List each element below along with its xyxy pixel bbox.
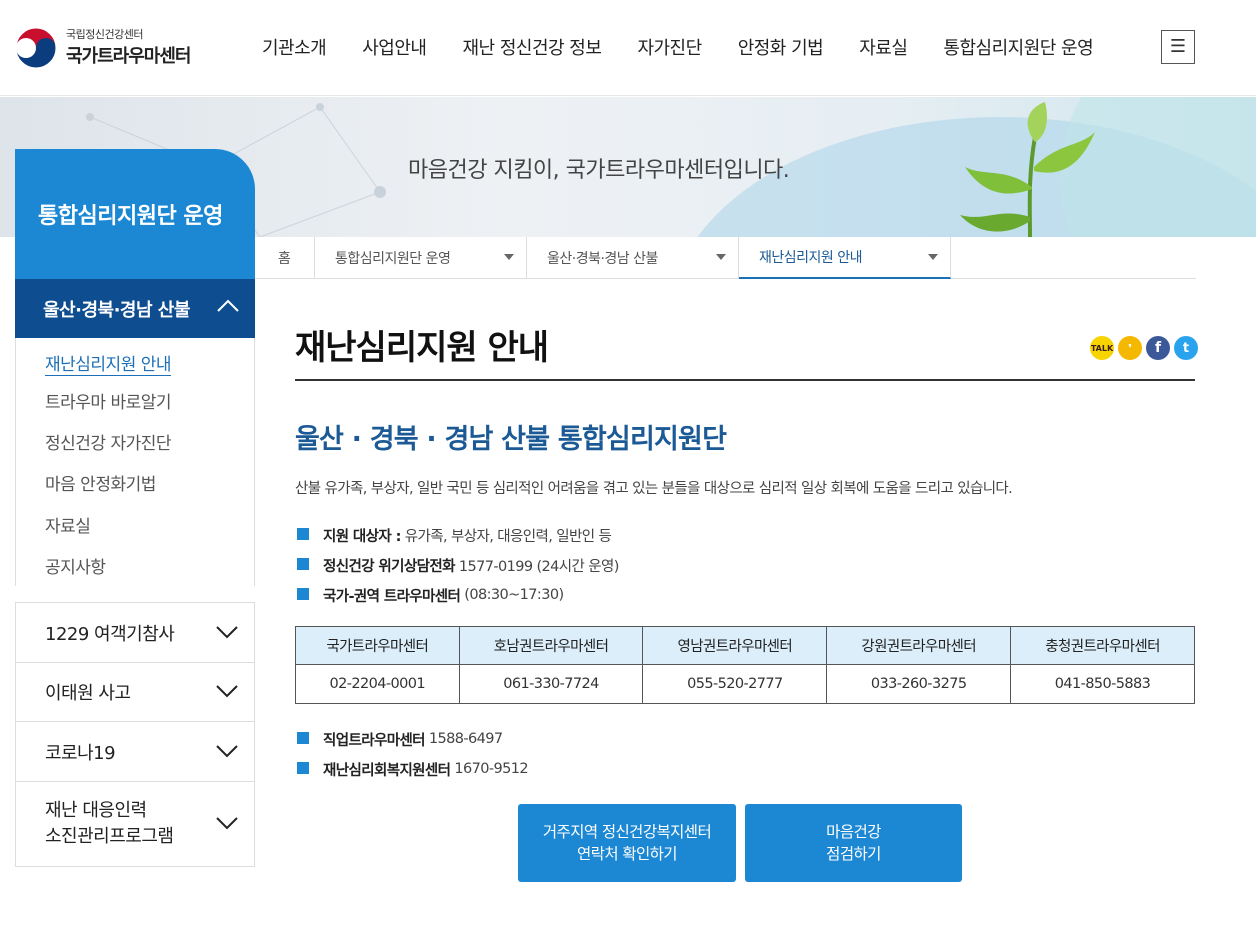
sidebar-group-active[interactable]: 울산·경북·경남 산불 [15,279,255,338]
banner-slogan: 마음건강 지킴이, 국가트라우마센터입니다. [408,158,790,183]
sidebar-groups: 1229 여객기참사 이태원 사고 코로나19 재난 대응인력 소진관리프로그램 [15,602,255,867]
sidebar-item-self-test[interactable]: 정신건강 자가진단 [16,421,254,462]
table-header: 영남권트라우마센터 [642,626,828,665]
extra-contact-list: 직업트라우마센터 1588-6497 재난심리회복지원센터 1670-9512 [295,724,529,784]
breadcrumb-level-3[interactable]: 재난심리지원 안내 [739,237,951,279]
chevron-up-icon [217,299,239,312]
table-cell-phone: 033-260-3275 [826,664,1012,704]
support-info-list: 지원 대상자 : 유가족, 부상자, 대응인력, 일반인 등 정신건강 위기상담전… [295,520,619,610]
kakaotalk-icon[interactable]: TALK [1090,336,1114,360]
logo-title: 국가트라우마센터 [66,46,191,67]
nav-item-resources[interactable]: 자료실 [859,34,908,60]
table-header-row: 국가트라우마센터 호남권트라우마센터 영남권트라우마센터 강원권트라우마센터 충… [295,626,1195,665]
find-local-center-button[interactable]: 거주지역 정신건강복지센터 연락처 확인하기 [518,804,736,882]
chevron-down-icon [216,744,238,757]
breadcrumb-level-2[interactable]: 울산·경북·경남 산불 [527,237,739,278]
sidebar-item-stabilization[interactable]: 마음 안정화기법 [16,462,254,503]
table-header: 국가트라우마센터 [295,626,460,665]
logo-subtitle: 국립정신건강센터 [66,28,143,41]
sidebar-group-itaewon[interactable]: 이태원 사고 [16,663,254,722]
table-cell-phone: 055-520-2777 [642,664,828,704]
share-buttons: TALK ❜ f t [1090,336,1198,360]
main-nav: 기관소개 사업안내 재난 정신건강 정보 자가진단 안정화 기법 자료실 통합심… [262,34,1129,60]
table-cell-phone: 061-330-7724 [458,664,644,704]
section-description: 산불 유가족, 부상자, 일반 국민 등 심리적인 어려움을 겪고 있는 분들을… [295,481,1013,497]
page-title: 재난심리지원 안내 [295,328,549,368]
taegeuk-logo-icon [15,27,57,69]
breadcrumb-level-1[interactable]: 통합심리지원단 운영 [315,237,527,278]
list-item: 재난심리회복지원센터 1670-9512 [295,754,529,784]
sidebar-group-burnout-program[interactable]: 재난 대응인력 소진관리프로그램 [16,782,254,867]
table-cell-phone: 041-850-5883 [1010,664,1195,704]
chevron-down-icon [216,625,238,638]
list-item: 지원 대상자 : 유가족, 부상자, 대응인력, 일반인 등 [295,520,619,550]
nav-item-stabilization[interactable]: 안정화 기법 [738,34,824,60]
kakaostory-icon[interactable]: ❜ [1118,336,1142,360]
list-item: 정신건강 위기상담전화 1577-0199 (24시간 운영) [295,550,619,580]
dropdown-arrow-icon [504,254,514,260]
mental-health-check-button[interactable]: 마음건강 점검하기 [745,804,962,882]
site-header: 국립정신건강센터 국가트라우마센터 기관소개 사업안내 재난 정신건강 정보 자… [0,0,1256,96]
dropdown-arrow-icon [716,254,726,260]
table-row: 02-2204-0001 061-330-7724 055-520-2777 0… [295,664,1195,704]
chevron-down-icon [216,685,238,698]
title-divider [295,379,1195,381]
sidebar-group-label: 울산·경북·경남 산불 [43,299,190,321]
table-cell-phone: 02-2204-0001 [295,664,460,704]
sidebar-group-1229[interactable]: 1229 여객기참사 [16,603,254,663]
trauma-center-table: 국가트라우마센터 호남권트라우마센터 영남권트라우마센터 강원권트라우마센터 충… [295,626,1195,704]
sidebar-item-trauma-info[interactable]: 트라우마 바로알기 [16,379,254,420]
dropdown-arrow-icon [928,254,938,260]
nav-item-business[interactable]: 사업안내 [362,34,427,60]
menu-button[interactable]: ☰ [1161,30,1195,64]
nav-item-support-team[interactable]: 통합심리지원단 운영 [943,34,1093,60]
sidebar-item-resources[interactable]: 자료실 [16,504,254,545]
facebook-icon[interactable]: f [1146,336,1170,360]
nav-item-disaster-info[interactable]: 재난 정신건강 정보 [463,34,602,60]
chevron-down-icon [216,817,238,830]
sidebar-group-covid19[interactable]: 코로나19 [16,722,254,782]
hamburger-icon: ☰ [1169,36,1187,57]
list-item: 국가-권역 트라우마센터 (08:30~17:30) [295,580,619,610]
nav-item-self-test[interactable]: 자가진단 [637,34,702,60]
site-logo[interactable]: 국립정신건강센터 국가트라우마센터 [14,24,214,70]
table-header: 호남권트라우마센터 [458,626,644,665]
sidebar-submenu: 재난심리지원 안내 트라우마 바로알기 정신건강 자가진단 마음 안정화기법 자… [15,338,255,587]
table-header: 강원권트라우마센터 [826,626,1012,665]
breadcrumb-home[interactable]: 홈 [255,237,315,278]
list-item: 직업트라우마센터 1588-6497 [295,724,528,754]
breadcrumb: 홈 통합심리지원단 운영 울산·경북·경남 산불 재난심리지원 안내 [255,237,1196,279]
sidebar-item-disaster-support[interactable]: 재난심리지원 안내 [16,338,254,379]
section-title: 울산 · 경북 · 경남 산불 통합심리지원단 [295,424,727,455]
sidebar-title: 통합심리지원단 운영 [15,149,255,279]
table-header: 충청권트라우마센터 [1010,626,1195,665]
twitter-icon[interactable]: t [1174,336,1198,360]
nav-item-about[interactable]: 기관소개 [262,34,327,60]
sidebar-item-notice[interactable]: 공지사항 [16,545,254,586]
